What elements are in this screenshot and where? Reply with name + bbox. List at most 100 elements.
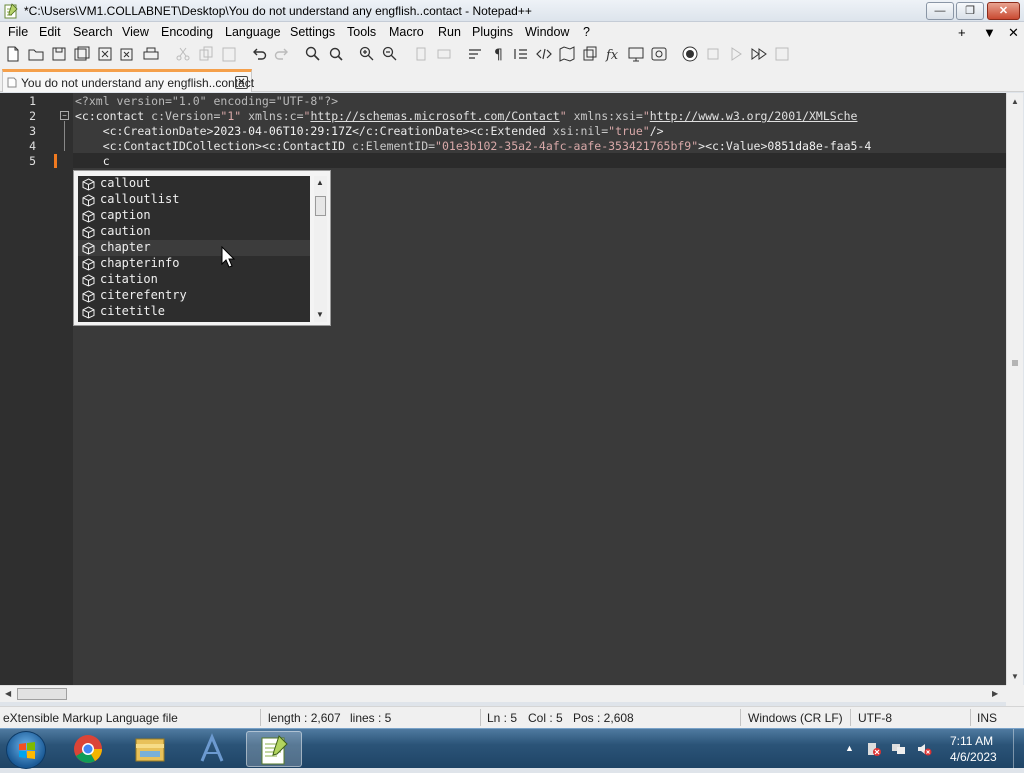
scroll-left-icon[interactable]: ◀ [5,689,11,698]
code-line-5[interactable]: c [75,154,110,168]
menu-file[interactable]: File [8,25,28,39]
autocomplete-scroll-thumb[interactable] [315,196,326,216]
stop-macro-icon[interactable] [704,45,722,63]
autocomplete-item[interactable]: caption [78,208,310,224]
vertical-scrollbar[interactable]: ▲ ▼ [1006,93,1023,685]
autocomplete-list[interactable]: callout calloutlist caption caution chapter c… [78,176,310,322]
close-file-icon[interactable] [96,45,114,63]
title-bar[interactable]: *C:\Users\VM1.COLLABNET\Desktop\You do n… [0,0,1024,22]
chrome-icon[interactable] [60,731,116,767]
close-document-button[interactable]: ✕ [1008,25,1019,41]
network-icon[interactable] [891,741,907,757]
app-a-icon[interactable] [184,731,240,767]
autocomplete-item[interactable]: caution [78,224,310,240]
replace-icon[interactable] [327,45,345,63]
open-file-icon[interactable] [27,45,45,63]
xml-tag-icon[interactable] [535,45,553,63]
explorer-icon[interactable] [122,731,178,767]
menu-search[interactable]: Search [73,25,113,39]
scroll-right-icon[interactable]: ▶ [992,689,998,698]
scroll-up-icon[interactable]: ▲ [316,178,324,187]
code-line-3[interactable]: <c:CreationDate>2023-04-06T10:29:17Z</c:… [75,124,664,138]
scroll-down-icon[interactable]: ▼ [316,310,324,319]
show-hidden-icons-icon[interactable]: ▲ [845,743,854,753]
doc-map-icon[interactable] [558,45,576,63]
scroll-down-icon[interactable]: ▼ [1011,672,1019,681]
fold-margin[interactable] [55,93,73,685]
menu-view[interactable]: View [122,25,149,39]
menu-tools[interactable]: Tools [347,25,376,39]
autocomplete-scrollbar[interactable]: ▲ ▼ [314,176,327,322]
menu-settings[interactable]: Settings [290,25,335,39]
vertical-scroll-thumb[interactable] [1009,353,1021,373]
print-icon[interactable] [142,45,160,63]
autocomplete-item[interactable]: chapter [78,240,310,256]
menu-run[interactable]: Run [438,25,461,39]
save-macro-icon[interactable] [773,45,791,63]
code-line-2[interactable]: <c:contact c:Version="1" xmlns:c="http:/… [75,109,857,123]
zoom-in-icon[interactable] [358,45,376,63]
save-icon[interactable] [50,45,68,63]
code-line-4[interactable]: <c:ContactIDCollection><c:ContactID c:El… [75,139,872,153]
minimize-button[interactable]: — [926,2,954,20]
menu-plugins[interactable]: Plugins [472,25,513,39]
new-tab-button[interactable]: + [958,25,966,40]
close-all-icon[interactable] [119,45,137,63]
monitoring-icon[interactable] [650,45,668,63]
show-desktop-button[interactable] [1013,729,1024,769]
close-window-button[interactable]: ✕ [987,2,1020,20]
line-number: 4 [29,139,36,153]
function-list-icon[interactable]: fx [604,45,622,63]
word-wrap-icon[interactable] [466,45,484,63]
status-encoding[interactable]: UTF-8 [858,711,892,725]
save-all-icon[interactable] [73,45,91,63]
menu-edit[interactable]: Edit [39,25,61,39]
volume-muted-icon[interactable] [916,741,932,757]
menu-encoding[interactable]: Encoding [161,25,213,39]
sync-horizontal-icon[interactable] [435,45,453,63]
autocomplete-item[interactable]: citerefentry [78,288,310,304]
paste-icon[interactable] [220,45,238,63]
sync-vertical-icon[interactable] [412,45,430,63]
copy-icon[interactable] [197,45,215,63]
undo-icon[interactable] [250,45,268,63]
status-eol[interactable]: Windows (CR LF) [748,711,843,725]
scroll-up-icon[interactable]: ▲ [1011,97,1019,106]
clock-date[interactable]: 4/6/2023 [950,750,997,764]
fold-collapse-icon[interactable]: − [60,111,69,120]
autocomplete-item[interactable]: citation [78,272,310,288]
list-tabs-button[interactable]: ▼ [983,25,996,40]
new-file-icon[interactable] [4,45,22,63]
maximize-button[interactable]: ❐ [956,2,984,20]
notepadpp-icon[interactable] [246,731,302,767]
menu-macro[interactable]: Macro [389,25,424,39]
autocomplete-item[interactable]: callout [78,176,310,192]
tab-document[interactable]: You do not understand any engflish..cont… [2,69,254,92]
horizontal-scrollbar[interactable]: ◀ ▶ [0,685,1006,702]
tab-close-icon[interactable]: ✕ [235,76,248,89]
record-macro-icon[interactable] [681,45,699,63]
zoom-out-icon[interactable] [381,45,399,63]
clock-time[interactable]: 7:11 AM [950,734,993,748]
status-insert-mode[interactable]: INS [977,711,997,725]
autocomplete-item[interactable]: citetitle [78,304,310,320]
menu-language[interactable]: Language [225,25,281,39]
find-icon[interactable] [304,45,322,63]
autocomplete-item[interactable]: chapterinfo [78,256,310,272]
menu-help[interactable]: ? [583,25,590,39]
menu-window[interactable]: Window [525,25,569,39]
redo-icon[interactable] [273,45,291,63]
cut-icon[interactable] [174,45,192,63]
run-macro-multiple-icon[interactable] [750,45,768,63]
action-center-icon[interactable] [866,741,882,757]
doc-list-icon[interactable] [581,45,599,63]
indent-guide-icon[interactable] [512,45,530,63]
folder-workspace-icon[interactable] [627,45,645,63]
horizontal-scroll-thumb[interactable] [17,688,67,700]
show-all-chars-icon[interactable]: ¶ [489,45,507,63]
autocomplete-item[interactable]: calloutlist [78,192,310,208]
play-macro-icon[interactable] [727,45,745,63]
code-line-1[interactable]: <?xml version="1.0" encoding="UTF-8"?> [75,94,338,108]
start-button[interactable] [6,731,46,769]
autocomplete-popup[interactable]: callout calloutlist caption caution chapter c… [73,170,331,326]
